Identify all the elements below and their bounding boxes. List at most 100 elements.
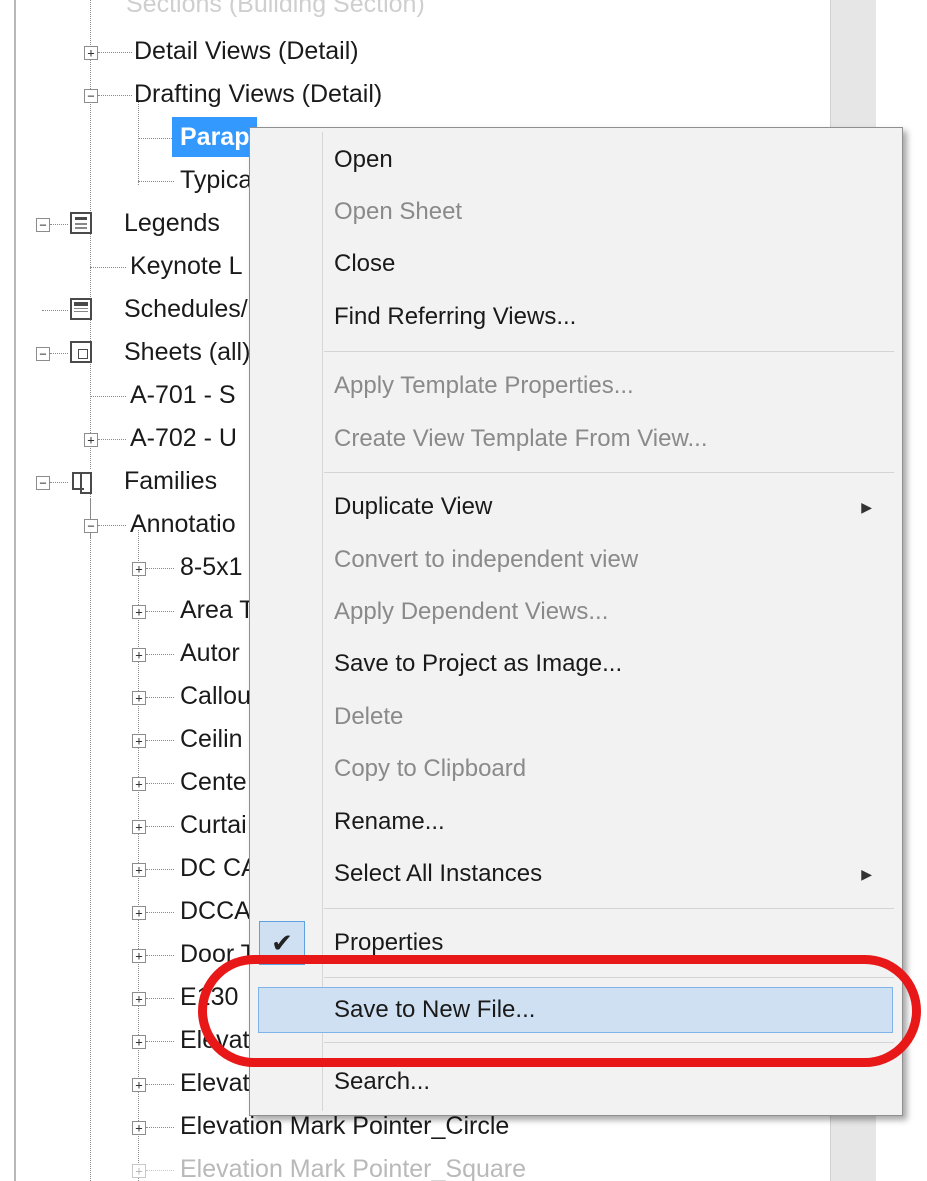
menu-item-save-to-project-as-image[interactable]: Save to Project as Image... xyxy=(250,638,902,690)
schedule-icon xyxy=(70,298,92,320)
tree-item-label: Door T xyxy=(180,940,256,968)
collapse-icon[interactable]: − xyxy=(36,476,50,490)
family-icon xyxy=(70,470,92,494)
tree-item-label: Elevat xyxy=(180,1069,250,1097)
submenu-arrow-icon: ▶ xyxy=(861,866,872,882)
tree-item-label: Schedules/ xyxy=(124,295,248,323)
menu-item-apply-template-properties[interactable]: Apply Template Properties... xyxy=(250,360,902,412)
expand-icon[interactable]: + xyxy=(132,863,146,877)
tree-line xyxy=(50,353,68,354)
collapse-icon[interactable]: − xyxy=(36,218,50,232)
tree-line xyxy=(146,955,174,956)
tree-item-label: Area T xyxy=(180,596,255,624)
menu-item-search[interactable]: Search... xyxy=(250,1056,902,1108)
tree-line xyxy=(138,181,174,182)
tree-line xyxy=(146,1127,174,1128)
tree-line xyxy=(42,310,68,311)
tree-item-label: A-702 - U xyxy=(130,424,237,452)
menu-separator xyxy=(324,472,894,473)
tree-line xyxy=(146,826,174,827)
tree-line xyxy=(146,998,174,999)
menu-item-label: Properties xyxy=(334,929,444,956)
menu-separator xyxy=(324,351,894,352)
expand-icon[interactable]: + xyxy=(132,949,146,963)
collapse-icon[interactable]: − xyxy=(84,519,98,533)
checkmark-icon: ✔ xyxy=(259,921,305,965)
tree-item-label: Annotatio xyxy=(130,510,236,538)
tree-item-drafting-views[interactable]: − Drafting Views (Detail) xyxy=(16,74,816,114)
tree-line xyxy=(146,740,174,741)
menu-separator xyxy=(324,1042,894,1043)
expand-icon[interactable]: + xyxy=(132,605,146,619)
tree-item-label: Legends xyxy=(124,209,220,237)
expand-icon[interactable]: + xyxy=(132,820,146,834)
expand-icon[interactable]: + xyxy=(132,1078,146,1092)
expand-icon[interactable]: + xyxy=(132,1035,146,1049)
tree-item-detail-views[interactable]: + Detail Views (Detail) xyxy=(16,31,816,71)
tree-item-label: Sections (Building Section) xyxy=(126,0,425,18)
menu-item-label: Duplicate View xyxy=(334,493,493,520)
menu-item-apply-dependent-views[interactable]: Apply Dependent Views... xyxy=(250,586,902,638)
menu-item-rename[interactable]: Rename... xyxy=(250,796,902,848)
expand-icon[interactable]: + xyxy=(132,691,146,705)
expand-icon[interactable]: + xyxy=(132,1164,146,1178)
tree-item-label: Cente xyxy=(180,768,247,796)
expand-icon[interactable]: + xyxy=(132,648,146,662)
tree-item-label: Callou xyxy=(180,682,251,710)
tree-item-label: A-701 - S xyxy=(130,381,236,409)
tree-item-label: Keynote L xyxy=(130,252,243,280)
tree-line xyxy=(146,1041,174,1042)
tree-item-label: Families xyxy=(124,467,218,495)
collapse-icon[interactable]: − xyxy=(36,347,50,361)
collapse-icon[interactable]: − xyxy=(84,89,98,103)
tree-line xyxy=(98,439,126,440)
tree-line xyxy=(146,697,174,698)
menu-item-create-view-template[interactable]: Create View Template From View... xyxy=(250,413,902,465)
menu-item-find-referring-views[interactable]: Find Referring Views... xyxy=(250,291,902,343)
tree-line xyxy=(50,224,68,225)
tree-item-label: DCCA xyxy=(180,897,251,925)
menu-item-convert-to-independent-view[interactable]: Convert to independent view xyxy=(250,534,902,586)
tree-item-family[interactable]: + Elevation Mark Pointer_Square xyxy=(16,1149,816,1181)
menu-item-close[interactable]: Close xyxy=(250,238,902,290)
tree-item-label: Elevat xyxy=(180,1026,250,1054)
menu-item-open[interactable]: Open xyxy=(250,134,902,186)
menu-separator xyxy=(324,908,894,909)
tree-line xyxy=(90,396,126,397)
tree-item-label: Curtai xyxy=(180,811,247,839)
submenu-arrow-icon: ▶ xyxy=(861,499,872,515)
menu-item-label: Save to Project as Image... xyxy=(334,650,623,677)
tree-item-label: Detail Views (Detail) xyxy=(134,37,359,65)
expand-icon[interactable]: + xyxy=(84,46,98,60)
menu-item-save-to-new-file[interactable]: Save to New File... xyxy=(250,984,902,1036)
menu-item-label: Apply Template Properties... xyxy=(334,372,634,399)
expand-icon[interactable]: + xyxy=(132,734,146,748)
expand-icon[interactable]: + xyxy=(132,1121,146,1135)
menu-item-delete[interactable]: Delete xyxy=(250,691,902,743)
tree-item-label: 8-5x1 xyxy=(180,553,243,581)
expand-icon[interactable]: + xyxy=(132,562,146,576)
expand-icon[interactable]: + xyxy=(132,777,146,791)
menu-item-select-all-instances[interactable]: Select All Instances ▶ xyxy=(250,848,902,900)
tree-item-label: Parap xyxy=(172,117,258,157)
menu-item-label: Select All Instances xyxy=(334,860,543,887)
tree-line xyxy=(146,783,174,784)
expand-icon[interactable]: + xyxy=(132,906,146,920)
tree-line xyxy=(146,611,174,612)
tree-item-label: DC CA xyxy=(180,854,258,882)
menu-item-label: Create View Template From View... xyxy=(334,425,708,452)
tree-line xyxy=(90,267,126,268)
tree-item-label: Typica xyxy=(180,166,253,194)
tree-line xyxy=(98,95,132,96)
menu-item-copy-to-clipboard[interactable]: Copy to Clipboard xyxy=(250,743,902,795)
menu-item-label: Copy to Clipboard xyxy=(334,755,527,782)
menu-item-label: Rename... xyxy=(334,808,445,835)
menu-item-label: Save to New File... xyxy=(334,996,536,1023)
menu-item-open-sheet[interactable]: Open Sheet xyxy=(250,186,902,238)
expand-icon[interactable]: + xyxy=(84,433,98,447)
tree-line xyxy=(146,1084,174,1085)
menu-item-label: Apply Dependent Views... xyxy=(334,598,609,625)
expand-icon[interactable]: + xyxy=(132,992,146,1006)
menu-item-properties[interactable]: ✔ Properties xyxy=(250,917,902,969)
menu-item-duplicate-view[interactable]: Duplicate View ▶ xyxy=(250,481,902,533)
